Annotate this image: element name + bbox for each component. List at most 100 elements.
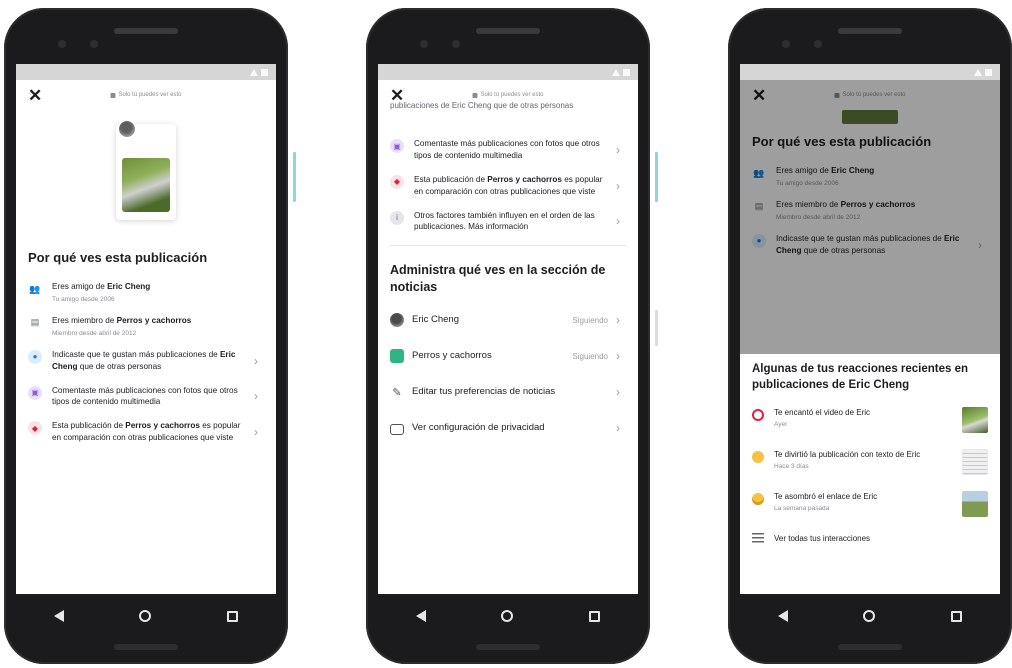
close-icon[interactable]: ✕ xyxy=(752,87,768,104)
home-icon[interactable] xyxy=(863,610,876,622)
photo-icon: ▣ xyxy=(28,385,42,400)
like-icon: ● xyxy=(752,233,766,248)
reason-likes[interactable]: ● Indicaste que te gustan más publicacio… xyxy=(752,227,988,263)
front-sensor xyxy=(814,40,822,48)
chevron-right-icon[interactable]: › xyxy=(616,349,626,363)
manage-item-privacy[interactable]: Ver configuración de privacidad › xyxy=(390,410,626,446)
manage-label: Eric Cheng xyxy=(412,313,459,325)
android-nav-bar xyxy=(16,594,276,638)
reason-text: Indicaste que te gustan más publicacione… xyxy=(52,349,236,371)
phone-frame-1: ✕ Solo tú puedes ver esto Por qué ves es… xyxy=(4,8,288,664)
lock-icon xyxy=(390,424,404,436)
chevron-right-icon[interactable]: › xyxy=(254,389,264,403)
reason-text: Esta publicación de Perros y cachorros e… xyxy=(52,421,241,443)
popular-icon: ◆ xyxy=(28,421,42,436)
reaction-text: Te divirtió la publicación con texto de … xyxy=(774,450,921,460)
reason-comments[interactable]: ▣ Comentaste más publicaciones con fotos… xyxy=(28,379,264,415)
lock-icon xyxy=(110,92,116,98)
reason-text: Eres amigo de Eric Cheng xyxy=(776,166,875,175)
android-nav-bar xyxy=(740,594,1000,638)
reaction-thumbnail xyxy=(962,407,988,434)
signal-icon xyxy=(612,68,620,76)
chevron-right-icon[interactable]: › xyxy=(254,425,264,439)
group-icon: ▤ xyxy=(30,317,40,328)
android-nav-bar xyxy=(378,594,638,638)
reason-comments[interactable]: ▣ Comentaste más publicaciones con fotos… xyxy=(390,132,626,168)
reason-popular[interactable]: ◆ Esta publicación de Perros y cachorros… xyxy=(390,168,626,204)
front-camera xyxy=(782,40,790,48)
avatar xyxy=(390,313,404,328)
reaction-time: Hace 3 días xyxy=(774,462,809,470)
page-title: Por qué ves esta publicación xyxy=(752,134,932,149)
manage-item-preferences[interactable]: ✎ Editar tus preferencias de noticias › xyxy=(390,374,626,410)
chevron-right-icon[interactable]: › xyxy=(616,421,626,435)
reason-sub: Tu amigo desde 2006 xyxy=(52,295,115,303)
wow-reaction-icon xyxy=(752,493,764,506)
screen-1: ✕ Solo tú puedes ver esto Por qué ves es… xyxy=(16,64,276,594)
back-icon[interactable] xyxy=(777,610,788,622)
speaker-grill xyxy=(838,644,902,650)
front-sensor xyxy=(452,40,460,48)
chevron-right-icon[interactable]: › xyxy=(616,385,626,399)
screen-2: ✕ Solo tú puedes ver esto publicaciones … xyxy=(378,64,638,594)
list-icon xyxy=(752,533,764,544)
recent-apps-icon[interactable] xyxy=(951,610,963,622)
reason-sub: Miembro desde abril de 2012 xyxy=(776,213,861,221)
reason-text: Eres miembro de Perros y cachorros xyxy=(776,199,916,209)
reason-member: ▤ Eres miembro de Perros y cachorros Miem… xyxy=(752,193,988,227)
reaction-item[interactable]: Te asombró el enlace de Eric La semana pa… xyxy=(752,487,988,529)
like-icon: ● xyxy=(28,349,42,364)
top-bar: ✕ Solo tú puedes ver esto xyxy=(378,80,638,110)
reason-other-factors[interactable]: i Otros factores también influyen en el … xyxy=(390,204,626,240)
back-icon[interactable] xyxy=(53,610,64,622)
recent-apps-icon[interactable] xyxy=(227,610,239,622)
post-preview xyxy=(16,120,276,220)
battery-icon xyxy=(985,68,992,76)
reactions-sheet: Algunas de tus reacciones recientes en p… xyxy=(740,354,1000,594)
chevron-right-icon[interactable]: › xyxy=(978,238,988,252)
reason-sub: Miembro desde abril de 2012 xyxy=(52,329,137,337)
manage-item-eric-cheng[interactable]: Eric Cheng Siguiendo › xyxy=(390,302,626,338)
chevron-right-icon[interactable]: › xyxy=(616,313,626,327)
reaction-thumbnail xyxy=(962,449,988,476)
photo-icon: ▣ xyxy=(390,139,404,153)
home-icon[interactable] xyxy=(501,610,514,622)
recent-apps-icon[interactable] xyxy=(589,610,601,622)
reason-friend: 👥 Eres amigo de Eric Cheng Tu amigo desde… xyxy=(28,275,264,309)
manage-label: Editar tus preferencias de noticias xyxy=(412,385,556,397)
signal-icon xyxy=(974,68,982,76)
chevron-right-icon[interactable]: › xyxy=(616,214,626,228)
see-all-interactions[interactable]: Ver todas tus interacciones xyxy=(752,533,988,544)
manage-list: Eric Cheng Siguiendo › Perros y cachorro… xyxy=(378,296,638,446)
reaction-time: La semana pasada xyxy=(774,504,830,512)
chevron-right-icon[interactable]: › xyxy=(616,179,626,193)
front-camera xyxy=(58,40,66,48)
screen-3: ✕ Solo tú puedes ver esto Por qué ves es… xyxy=(740,64,1000,594)
group-icon: ▤ xyxy=(754,201,764,212)
front-sensor xyxy=(90,40,98,48)
chevron-right-icon[interactable]: › xyxy=(616,143,626,157)
side-button xyxy=(655,310,658,346)
close-icon[interactable]: ✕ xyxy=(28,87,44,104)
reason-text: Comentaste más publicaciones con fotos q… xyxy=(414,139,600,160)
follow-status: Siguiendo xyxy=(572,315,608,325)
chevron-right-icon[interactable]: › xyxy=(254,354,264,368)
manage-item-group[interactable]: Perros y cachorros Siguiendo › xyxy=(390,338,626,374)
reaction-text: Te asombró el enlace de Eric xyxy=(774,492,878,502)
back-icon[interactable] xyxy=(415,610,426,622)
reaction-item[interactable]: Te divirtió la publicación con texto de … xyxy=(752,445,988,487)
reason-text: Otros factores también influyen en el or… xyxy=(414,210,595,232)
home-icon[interactable] xyxy=(139,610,152,622)
reason-likes[interactable]: ● Indicaste que te gustan más publicacio… xyxy=(28,343,264,379)
reaction-list: Te encantó el video de Eric Ayer Te divir… xyxy=(752,403,988,529)
close-icon[interactable]: ✕ xyxy=(390,87,406,104)
reaction-item[interactable]: Te encantó el video de Eric Ayer xyxy=(752,403,988,445)
popular-icon: ◆ xyxy=(390,174,404,189)
status-bar xyxy=(740,64,1000,80)
post-photo xyxy=(842,110,898,124)
status-bar xyxy=(378,64,638,80)
reason-popular[interactable]: ◆ Esta publicación de Perros y cachorros… xyxy=(28,414,264,450)
reaction-thumbnail xyxy=(962,491,988,518)
reason-friend: 👥 Eres amigo de Eric Cheng Tu amigo desde… xyxy=(752,159,988,193)
haha-reaction-icon xyxy=(752,451,764,464)
